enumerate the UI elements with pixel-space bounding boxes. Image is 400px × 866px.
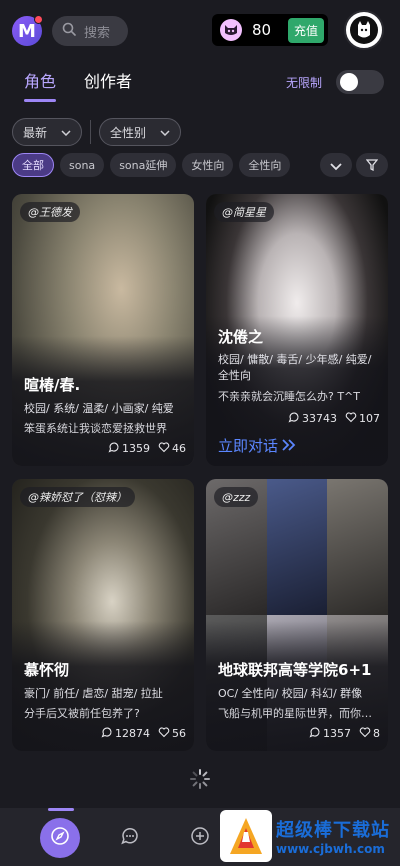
gender-value: 全性别 bbox=[110, 125, 147, 140]
card-author[interactable]: @王德发 bbox=[20, 202, 80, 222]
heart-icon bbox=[359, 726, 371, 741]
unlimited-label: 无限制 bbox=[286, 76, 323, 90]
expand-chips-button[interactable] bbox=[320, 153, 352, 177]
compass-icon bbox=[50, 826, 70, 850]
card-desc: 不亲亲就会沉睡怎么办? T^T bbox=[218, 390, 360, 403]
nav-chat-button[interactable] bbox=[118, 826, 142, 850]
loading-spinner-icon bbox=[189, 768, 211, 790]
top-bar: M 搜索 80 充值 bbox=[0, 10, 400, 50]
character-card[interactable]: @简星星 沈倦之 校园/ 慵散/ 毒舌/ 少年感/ 纯爱/ 全性向 不亲亲就会沉… bbox=[206, 194, 388, 466]
chat-count: 1359 bbox=[122, 442, 150, 455]
search-box[interactable]: 搜索 bbox=[52, 16, 128, 46]
heart-icon bbox=[158, 726, 170, 741]
coin-count: 80 bbox=[252, 21, 272, 39]
search-icon bbox=[62, 22, 76, 40]
notification-dot bbox=[34, 15, 43, 24]
gender-dropdown[interactable]: 全性别 bbox=[99, 118, 182, 146]
nav-create-button[interactable] bbox=[188, 826, 212, 850]
like-count: 46 bbox=[172, 442, 186, 455]
card-stats: 1359 46 bbox=[108, 441, 186, 456]
tag-chips: 全部 sona sona延伸 女性向 全性向 bbox=[12, 153, 291, 177]
watermark-url: www.cjbwh.com bbox=[276, 842, 385, 856]
chip-sona-ext[interactable]: sona延伸 bbox=[110, 153, 177, 177]
chevron-down-icon bbox=[330, 156, 342, 175]
chat-count-icon bbox=[108, 441, 120, 456]
card-tags: 豪门/ 前任/ 虐恋/ 甜宠/ 拉扯 bbox=[24, 687, 163, 700]
chip-all-gender[interactable]: 全性向 bbox=[239, 153, 291, 177]
card-title: 暄椿/春. bbox=[24, 376, 81, 394]
card-desc: 分手后又被前任包养了? bbox=[24, 707, 140, 720]
coin-balance: 80 充值 bbox=[212, 14, 328, 46]
chat-now-button[interactable]: 立即对话 bbox=[218, 435, 296, 456]
chat-count: 12874 bbox=[115, 727, 150, 740]
card-author[interactable]: @简星星 bbox=[214, 202, 274, 222]
watermark-logo bbox=[220, 810, 272, 862]
cat-coin-icon bbox=[220, 19, 242, 41]
category-tabs: 角色 创作者 bbox=[24, 68, 132, 102]
chevron-down-icon bbox=[160, 125, 170, 139]
plus-circle-icon bbox=[190, 826, 210, 850]
card-author[interactable]: @zzz bbox=[214, 487, 259, 507]
card-stats: 1357 8 bbox=[309, 726, 380, 741]
chevron-down-icon bbox=[61, 125, 71, 139]
app-logo[interactable]: M bbox=[12, 15, 43, 46]
chat-now-label: 立即对话 bbox=[218, 437, 279, 455]
like-count: 56 bbox=[172, 727, 186, 740]
like-count: 107 bbox=[359, 412, 380, 425]
card-stats: 33743 107 bbox=[288, 411, 380, 426]
card-title: 地球联邦高等学院6+1 bbox=[218, 661, 372, 679]
character-card[interactable]: @王德发 暄椿/春. 校园/ 系统/ 温柔/ 小画家/ 纯爱 笨蛋系统让我谈恋爱… bbox=[12, 194, 194, 466]
character-card[interactable]: @辣娇怼了（怼辣） 慕怀彻 豪门/ 前任/ 虐恋/ 甜宠/ 拉扯 分手后又被前任… bbox=[12, 479, 194, 751]
double-chevron-right-icon bbox=[282, 437, 296, 455]
chip-sona[interactable]: sona bbox=[60, 153, 105, 177]
sort-value: 最新 bbox=[23, 125, 48, 140]
unlimited-toggle[interactable] bbox=[336, 70, 384, 94]
chip-all[interactable]: 全部 bbox=[12, 153, 54, 177]
recharge-button[interactable]: 充值 bbox=[287, 17, 324, 43]
tab-creators[interactable]: 创作者 bbox=[84, 68, 132, 92]
chat-count-icon bbox=[101, 726, 113, 741]
chat-count-icon bbox=[309, 726, 321, 741]
card-title: 沈倦之 bbox=[218, 328, 264, 346]
watermark-title: 超级棒下载站 bbox=[276, 820, 390, 841]
heart-icon bbox=[158, 441, 170, 456]
tab-characters[interactable]: 角色 bbox=[24, 68, 57, 102]
user-avatar[interactable] bbox=[344, 10, 384, 50]
bottom-nav: 超级棒下载站 www.cjbwh.com bbox=[0, 808, 400, 866]
chat-bubble-icon bbox=[120, 826, 140, 850]
card-desc: 飞船与机甲的星际世界，而你是... bbox=[218, 707, 380, 720]
filter-divider bbox=[90, 120, 92, 144]
sort-dropdown[interactable]: 最新 bbox=[12, 118, 83, 146]
card-stats: 12874 56 bbox=[101, 726, 186, 741]
card-tags: 校园/ 慵散/ 毒舌/ 少年感/ 纯爱/ 全性向 bbox=[218, 353, 372, 382]
nav-discover-button[interactable] bbox=[40, 818, 80, 858]
chat-count: 33743 bbox=[302, 412, 337, 425]
character-card[interactable]: @zzz 地球联邦高等学院6+1 OC/ 全性向/ 校园/ 科幻/ 群像 飞船与… bbox=[206, 479, 388, 751]
heart-icon bbox=[345, 411, 357, 426]
search-placeholder: 搜索 bbox=[84, 25, 111, 41]
filter-button[interactable] bbox=[356, 153, 388, 177]
card-tags: OC/ 全性向/ 校园/ 科幻/ 群像 bbox=[218, 687, 363, 700]
card-tags: 校园/ 系统/ 温柔/ 小画家/ 纯爱 bbox=[24, 402, 174, 415]
nav-active-indicator bbox=[48, 808, 74, 811]
like-count: 8 bbox=[373, 727, 380, 740]
chat-count-icon bbox=[288, 411, 300, 426]
filter-icon bbox=[365, 156, 379, 175]
card-title: 慕怀彻 bbox=[24, 661, 70, 679]
watermark-text: 超级棒下载站 www.cjbwh.com bbox=[276, 816, 390, 856]
chip-female[interactable]: 女性向 bbox=[182, 153, 234, 177]
card-author[interactable]: @辣娇怼了（怼辣） bbox=[20, 487, 135, 507]
toggle-knob bbox=[340, 73, 358, 91]
chat-count: 1357 bbox=[323, 727, 351, 740]
card-desc: 笨蛋系统让我谈恋爱拯救世界 bbox=[24, 422, 167, 435]
filter-row: 最新 全性别 bbox=[12, 118, 182, 146]
site-watermark: 超级棒下载站 www.cjbwh.com bbox=[220, 806, 400, 866]
